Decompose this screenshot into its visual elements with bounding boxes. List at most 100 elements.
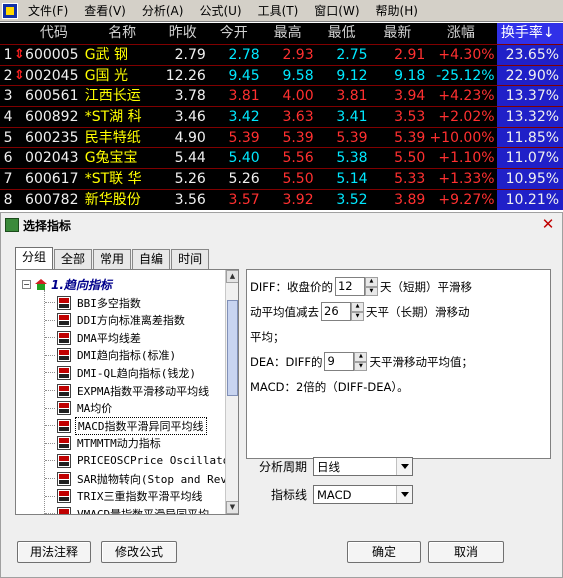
- dropdown-arrow-icon[interactable]: [396, 458, 412, 475]
- tree-item[interactable]: MA均价: [45, 400, 114, 417]
- edit-formula-button[interactable]: 修改公式: [101, 541, 177, 563]
- cancel-button[interactable]: 取消: [428, 541, 504, 563]
- row-number: 5: [3, 129, 13, 146]
- spin-up-icon[interactable]: ▲: [351, 302, 364, 312]
- col-header-prev-close[interactable]: 昨收: [160, 23, 208, 44]
- col-header-last[interactable]: 最新: [370, 23, 428, 44]
- spin-down-icon[interactable]: ▼: [364, 286, 378, 296]
- low-price: 2.75: [336, 47, 368, 63]
- period-field: 分析周期 日线: [251, 457, 413, 476]
- period-select[interactable]: 日线: [313, 457, 413, 476]
- dialog-title-bar[interactable]: 选择指标: [1, 213, 562, 237]
- prev-close: 4.90: [174, 129, 206, 146]
- dea-period-input[interactable]: 9: [324, 352, 355, 371]
- tree-item[interactable]: VMACD量指数平滑异同平均: [45, 505, 211, 514]
- tree-item[interactable]: BBI多空指数: [45, 294, 143, 311]
- scroll-down-icon[interactable]: ▼: [226, 501, 238, 514]
- scroll-thumb[interactable]: [227, 300, 238, 396]
- table-row[interactable]: 3 600561 江西长运 3.78 3.81 4.00 3.81 3.94 +4.23% 13.…: [0, 85, 563, 107]
- tree-item[interactable]: TRIX三重指数平滑平均线: [45, 488, 205, 505]
- tab-group[interactable]: 分组: [15, 247, 54, 269]
- tree-item[interactable]: DMI-QL趋向指标(钱龙): [45, 364, 198, 381]
- col-header-open[interactable]: 今开: [208, 23, 262, 44]
- high-price: 2.93: [282, 47, 314, 63]
- spin-up-icon[interactable]: ▲: [364, 277, 378, 287]
- row-number: 6: [3, 150, 13, 167]
- prev-close: 3.78: [174, 88, 206, 105]
- open-price: 9.45: [228, 67, 260, 84]
- change-pct: +1.33%: [438, 171, 495, 188]
- usage-notes-button[interactable]: 用法注释: [17, 541, 91, 563]
- close-icon[interactable]: ✕: [540, 216, 556, 232]
- col-header-code[interactable]: 代码: [25, 23, 83, 44]
- tree-item-label: SAR抛物转向(Stop and Rev: [77, 472, 226, 486]
- last-price: 3.94: [394, 88, 426, 105]
- menu-tools[interactable]: 工具(T): [250, 1, 307, 21]
- table-row[interactable]: 5 600235 民丰特纸 4.90 5.39 5.39 5.39 5.39 +10.00% 11…: [0, 126, 563, 148]
- row-number: 8: [3, 191, 13, 208]
- collapse-icon[interactable]: −: [22, 279, 31, 289]
- table-row[interactable]: 8 600782 新华股份 3.56 3.57 3.92 3.52 3.89 +9.27% 10.…: [0, 188, 563, 210]
- spin-down-icon[interactable]: ▼: [351, 311, 364, 321]
- tree-item[interactable]: MTMMTM动力指标: [45, 435, 163, 452]
- tree-group-trend[interactable]: − 1.趋向指标: [22, 276, 112, 292]
- last-price: 3.89: [394, 191, 426, 208]
- col-header-change[interactable]: 涨幅: [427, 23, 496, 44]
- long-period-stepper[interactable]: 26 ▲ ▼: [321, 302, 364, 321]
- table-row[interactable]: 4 600892 *ST湖 科 3.46 3.42 3.63 3.41 3.53 +2.02% 1…: [0, 106, 563, 127]
- col-header-low[interactable]: 最低: [316, 23, 370, 44]
- tab-custom[interactable]: 自编: [132, 249, 171, 269]
- row-number: 1: [3, 47, 13, 63]
- menu-help[interactable]: 帮助(H): [368, 1, 426, 21]
- scroll-up-icon[interactable]: ▲: [226, 270, 238, 283]
- spin-up-icon[interactable]: ▲: [354, 352, 368, 362]
- spin-down-icon[interactable]: ▼: [354, 361, 368, 371]
- tree-item[interactable]: SAR抛物转向(Stop and Rev: [45, 470, 226, 487]
- menu-file[interactable]: 文件(F): [20, 1, 76, 21]
- tree-item[interactable]: DDI方向标准离差指数: [45, 312, 187, 329]
- high-price: 5.50: [282, 171, 314, 188]
- app-icon[interactable]: [2, 2, 18, 19]
- change-pct: +9.27%: [438, 191, 495, 208]
- low-price: 3.81: [336, 88, 368, 105]
- table-row[interactable]: 6 002043 G兔宝宝 5.44 5.40 5.56 5.38 5.50 +1.10% 11.…: [0, 147, 563, 169]
- indicator-tree: − 1.趋向指标 BBI多空指数 DDI方向标准离差指数 DMA平均线差 DMI趋向指…: [16, 270, 226, 514]
- tab-time[interactable]: 时间: [171, 249, 210, 269]
- tree-item[interactable]: DMA平均线差: [45, 329, 143, 346]
- table-row[interactable]: 2 ⇕ 002045 G国 光 12.26 9.45 9.58 9.12 9.18 -25.12%…: [0, 64, 563, 86]
- last-price: 3.53: [394, 109, 426, 126]
- tree-scrollbar[interactable]: ▲ ▼: [225, 270, 238, 514]
- indicator-line-select[interactable]: MACD: [313, 485, 413, 504]
- ok-button[interactable]: 确定: [347, 541, 421, 563]
- tree-item[interactable]: PRICEOSCPrice Oscillator: [45, 452, 226, 469]
- menu-bar: 文件(F) 查看(V) 分析(A) 公式(U) 工具(T) 窗口(W) 帮助(H…: [0, 0, 563, 22]
- menu-view[interactable]: 查看(V): [76, 1, 134, 21]
- turnover-rate: 23.65%: [496, 45, 563, 65]
- menu-analysis[interactable]: 分析(A): [134, 1, 192, 21]
- dropdown-arrow-icon[interactable]: [396, 486, 412, 503]
- select-indicator-dialog: 选择指标 ✕ 分组 全部 常用 自编 时间 − 1.趋向指标 BBI多空指数 DD…: [0, 212, 563, 578]
- tab-common[interactable]: 常用: [93, 249, 132, 269]
- col-header-turnover[interactable]: 换手率↓: [496, 23, 563, 44]
- menu-formula[interactable]: 公式(U): [191, 1, 249, 21]
- table-row[interactable]: 7 600617 *ST联 华 5.26 5.26 5.50 5.14 5.33 +1.33% 1…: [0, 168, 563, 189]
- last-price: 5.50: [394, 150, 426, 167]
- dea-period-stepper[interactable]: 9 ▲ ▼: [324, 352, 368, 371]
- indicator-line-label: 指标线: [270, 488, 307, 502]
- short-period-input[interactable]: 12: [334, 277, 365, 296]
- long-period-input[interactable]: 26: [321, 302, 351, 321]
- stock-code: 600561: [25, 88, 79, 105]
- tree-item[interactable]: EXPMA指数平滑移动平均线: [45, 382, 211, 399]
- row-marker-icon: ⇕: [13, 67, 25, 83]
- tab-all[interactable]: 全部: [54, 249, 93, 269]
- short-period-stepper[interactable]: 12 ▲ ▼: [334, 277, 378, 296]
- indicator-chart-icon: [57, 506, 71, 514]
- col-header-high[interactable]: 最高: [262, 23, 316, 44]
- tree-item[interactable]: DMI趋向指标(标准): [45, 347, 178, 364]
- indicator-chart-icon: [57, 471, 71, 486]
- menu-window[interactable]: 窗口(W): [306, 1, 367, 21]
- tree-item-label: TRIX三重指数平滑平均线: [77, 490, 203, 504]
- tree-item[interactable]: MACD指数平滑异同平均线: [45, 416, 207, 435]
- col-header-name[interactable]: 名称: [83, 23, 160, 44]
- table-row[interactable]: 1 ⇕ 600005 G武 钢 2.79 2.78 2.93 2.75 2.91 +4.30% 23…: [0, 44, 563, 65]
